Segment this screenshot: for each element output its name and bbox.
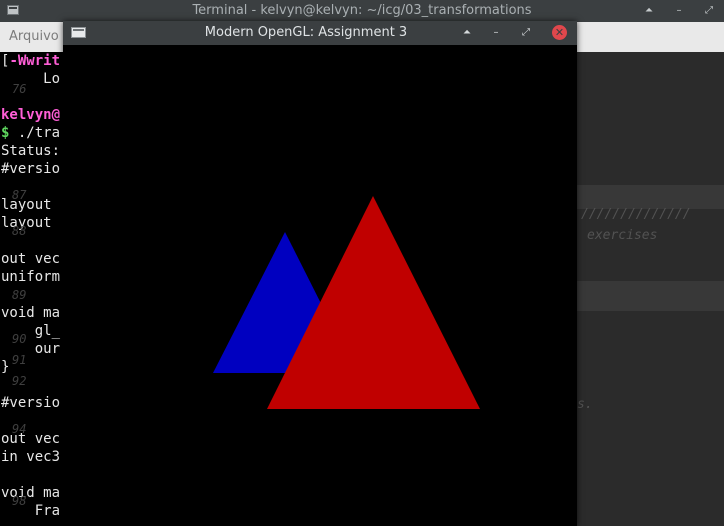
terminal-line: #versio — [1, 394, 60, 412]
terminal-line: Lo — [1, 70, 60, 88]
terminal-line: kelvyn@ — [1, 106, 60, 124]
menu-item-arquivo[interactable]: Arquivo — [9, 22, 59, 52]
terminal-line: [-Wwrit — [1, 52, 60, 70]
close-button[interactable]: ✕ — [552, 25, 567, 40]
terminal-text-segment: } — [1, 359, 10, 375]
terminal-window-controls: ⏶ – ⤢ — [642, 0, 716, 22]
editor-line-number: 76 — [12, 82, 27, 96]
editor-line-number: 90 — [12, 332, 27, 346]
terminal-keep-above-icon[interactable]: ⏶ — [642, 0, 656, 22]
terminal-line: out vec — [1, 430, 60, 448]
terminal-text-segment: in vec3 — [1, 449, 61, 465]
terminal-text-segment: void ma — [1, 485, 61, 501]
terminal-text-segment: gl_ — [1, 323, 61, 339]
terminal-line: $ ./tra — [1, 124, 60, 142]
editor-comment-text: s. — [577, 397, 593, 412]
keep-above-button[interactable]: ⏶ — [459, 25, 475, 41]
terminal-text-segment: kelvyn@ — [1, 107, 61, 123]
terminal-line: void ma — [1, 304, 60, 322]
terminal-line: void ma — [1, 484, 60, 502]
terminal-line: our — [1, 340, 60, 358]
terminal-text-segment: #versio — [1, 161, 61, 177]
terminal-titlebar[interactable]: Terminal - kelvyn@kelvyn: ~/icg/03_trans… — [0, 0, 724, 22]
terminal-text-segment: out vec — [1, 431, 61, 447]
maximize-button[interactable]: ⤢ — [518, 25, 534, 41]
desktop-screen: Terminal - kelvyn@kelvyn: ~/icg/03_trans… — [0, 0, 724, 526]
editor-line-number: 94 — [12, 422, 27, 436]
terminal-text-segment: #versio — [1, 395, 61, 411]
opengl-window[interactable]: Modern OpenGL: Assignment 3 ⏶ – ⤢ ✕ — [63, 21, 577, 526]
terminal-line: } — [1, 358, 9, 376]
minimize-button[interactable]: – — [488, 25, 504, 41]
terminal-maximize-icon[interactable]: ⤢ — [702, 0, 716, 22]
terminal-window-title: Terminal - kelvyn@kelvyn: ~/icg/03_trans… — [192, 3, 532, 18]
opengl-render-canvas[interactable] — [63, 45, 577, 526]
opengl-window-titlebar[interactable]: Modern OpenGL: Assignment 3 ⏶ – ⤢ ✕ — [63, 21, 577, 45]
editor-line-number: 92 — [12, 374, 27, 388]
editor-line-number: 88 — [12, 224, 27, 238]
terminal-line: Status: — [1, 142, 60, 160]
editor-line-number: 98 — [12, 494, 27, 508]
editor-comment-text: exercises — [587, 228, 658, 243]
terminal-editor-visible-region: ////////////// exercises s. — [577, 52, 724, 526]
editor-highlight-band — [577, 281, 724, 311]
editor-line-number: 89 — [12, 288, 27, 302]
terminal-text-segment: ./tra — [17, 125, 61, 141]
terminal-text-segment: $ — [1, 125, 18, 141]
terminal-text-segment: uniform — [1, 269, 61, 285]
terminal-line: #versio — [1, 160, 60, 178]
terminal-text-segment: Status: — [1, 143, 61, 159]
terminal-text-segment: void ma — [1, 305, 61, 321]
opengl-render-svg — [213, 196, 480, 409]
terminal-line: Fra — [1, 502, 60, 520]
terminal-line: uniform — [1, 268, 60, 286]
terminal-text-segment: out vec — [1, 251, 61, 267]
terminal-text-segment: Lo — [1, 71, 61, 87]
terminal-text-segment: -Wwrit — [9, 53, 61, 69]
terminal-text-segment: our — [1, 341, 61, 357]
editor-highlight-band — [577, 185, 724, 209]
terminal-line: out vec — [1, 250, 60, 268]
editor-line-number: 87 — [12, 188, 27, 202]
terminal-text-segment: Fra — [1, 503, 61, 519]
terminal-line: in vec3 — [1, 448, 60, 466]
terminal-minimize-icon[interactable]: – — [672, 0, 686, 22]
editor-line-number: 91 — [12, 353, 27, 367]
terminal-line: gl_ — [1, 322, 60, 340]
editor-comment-text: ////////////// — [581, 207, 691, 222]
